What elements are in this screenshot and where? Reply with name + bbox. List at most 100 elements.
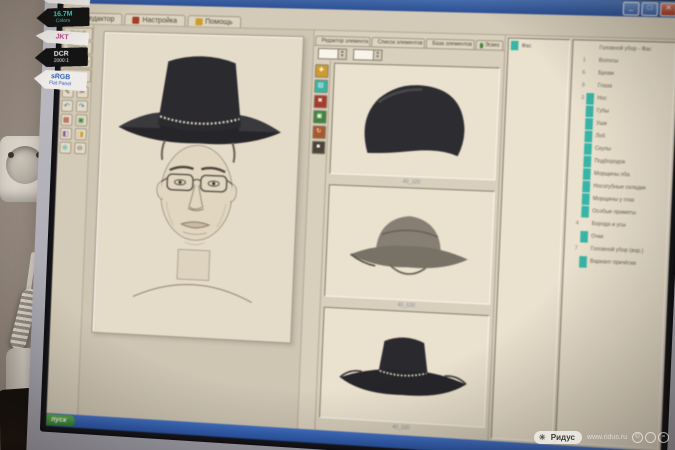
tab-label: База элементов <box>432 41 472 48</box>
selection-bar <box>580 230 588 242</box>
element-tool-icon[interactable]: ▣ <box>312 110 326 124</box>
row-count <box>567 185 582 186</box>
sticker-sub: 2000:1 <box>40 57 83 64</box>
spinner-arrows-icon[interactable]: ▲▼ <box>337 49 346 58</box>
category-label: Морщины лба <box>594 171 630 179</box>
row-count: 6 <box>572 70 587 77</box>
selection-bar <box>581 205 589 217</box>
thumbnail-bucket-hat[interactable] <box>324 185 495 305</box>
sticker-sub: Flat Panel <box>38 79 82 88</box>
screen: _ □ ✕ Редактор Настройка <box>46 0 675 450</box>
tab-sketch[interactable]: Эскиз <box>476 40 504 50</box>
row-count: 4 <box>566 220 581 227</box>
tab-settings[interactable]: Настройка <box>124 13 185 26</box>
row-count <box>565 235 580 236</box>
tool-icon[interactable]: ↶ <box>60 100 72 112</box>
selection-bar <box>579 255 587 267</box>
thumbnail-cowboy-hat[interactable] <box>319 306 490 428</box>
license-icons: © ‍ = <box>632 432 669 443</box>
category-label: Брови <box>598 70 614 77</box>
category-label: Особые приметы <box>592 208 636 216</box>
selection-bar <box>583 168 591 180</box>
selection-bar <box>587 80 595 92</box>
sketch-icon <box>480 43 483 48</box>
selection-bar <box>582 180 590 192</box>
tab-element-base[interactable]: База элементов <box>426 38 475 49</box>
tool-icon[interactable]: ↷ <box>75 100 87 112</box>
bezel-sticker: 16.7M Colors <box>36 7 89 27</box>
element-spinner-2[interactable]: ▲▼ <box>353 48 383 60</box>
category-label: Глаза <box>598 83 613 90</box>
view-list-item[interactable]: Фас <box>508 39 569 54</box>
tool-icon[interactable]: ▦ <box>60 114 72 126</box>
category-panel: Фас Головной убор - Фас <box>488 35 675 450</box>
category-label: Борода и усы <box>592 221 626 229</box>
category-label: Уши <box>596 121 607 128</box>
watermark-url: www.ridus.ru <box>587 434 627 441</box>
start-button[interactable]: пуск <box>46 414 75 427</box>
watermark-brand: Ридус <box>551 433 575 442</box>
category-label: Волосы <box>599 58 619 65</box>
category-label: Лоб <box>595 133 605 140</box>
row-count: 7 <box>564 245 579 252</box>
row-count <box>567 198 582 199</box>
cc-icon: © <box>632 432 643 443</box>
tab-element-editor[interactable]: Редактор элемента <box>315 36 370 47</box>
element-spinner[interactable]: ▲▼ <box>318 47 347 59</box>
row-count <box>568 173 583 174</box>
tool-icon[interactable]: ◨ <box>74 128 86 140</box>
element-browser-panel: Редактор элемента Список элементов База … <box>298 30 506 440</box>
row-count: 9 <box>572 82 587 89</box>
settings-icon <box>132 17 139 24</box>
sticker-label: 2Σ <box>60 0 68 1</box>
tool-icon[interactable]: ▣ <box>75 114 87 126</box>
tab-label: Помощь <box>205 19 233 27</box>
composite-face-canvas[interactable] <box>91 31 304 344</box>
tool-icon[interactable]: ⊖ <box>74 142 86 154</box>
outlet-hole <box>8 152 14 158</box>
bezel-sticker: sRGB Flat Panel <box>33 69 87 91</box>
row-count: 1 <box>573 57 588 64</box>
selection-bar <box>582 193 590 205</box>
selection-swatch <box>511 41 519 51</box>
selection-bar <box>580 243 588 255</box>
tool-icon[interactable]: ⊕ <box>59 141 71 153</box>
selection-bar <box>586 105 594 117</box>
maximize-button[interactable]: □ <box>641 2 658 16</box>
composite-face-panel <box>78 25 315 429</box>
main-area: Новый Открыть Сохранить Печать ✎ ✂ ↶ <box>47 24 675 450</box>
minimize-button[interactable]: _ <box>623 1 640 15</box>
monitor-inner-bezel: _ □ ✕ Редактор Настройка <box>40 0 675 450</box>
category-label: Очки <box>591 233 604 240</box>
category-label: Вариант причёски <box>590 259 636 267</box>
row-count: 3 <box>571 95 586 102</box>
tab-label: Эскиз <box>485 42 500 49</box>
element-tool-icon[interactable]: ✚ <box>314 64 328 78</box>
tab-element-list[interactable]: Список элементов <box>371 37 425 48</box>
category-label: Нос <box>597 95 607 102</box>
element-tool-icon[interactable]: ↻ <box>312 125 326 139</box>
category-label: Скулы <box>595 146 611 153</box>
cc-icon: = <box>658 432 669 443</box>
bucket-hat-image <box>335 190 484 298</box>
row-count <box>566 210 581 211</box>
sticker-label: JKT <box>55 33 69 41</box>
selection-bar <box>583 155 591 167</box>
category-label: Морщины у глаз <box>593 196 635 204</box>
thumbnail-knit-cap[interactable] <box>329 63 500 181</box>
close-button[interactable]: ✕ <box>660 2 675 16</box>
selection-bar <box>588 55 596 67</box>
element-tool-icon[interactable]: ■ <box>311 141 325 155</box>
watermark-badge: ✳ Ридус <box>534 431 582 444</box>
row-count <box>569 148 584 149</box>
tab-label: Список элементов <box>378 39 423 46</box>
tool-icon[interactable]: ◧ <box>59 128 71 140</box>
element-tool-icon[interactable]: ▤ <box>314 79 328 93</box>
bezel-sticker: 2Σ <box>37 0 91 6</box>
tab-help[interactable]: Помощь <box>187 15 241 27</box>
element-thumbnails: 40_320 <box>315 61 503 441</box>
element-body: ✚ ▤ ✖ ▣ ↻ ■ <box>298 60 504 441</box>
spinner-arrows-icon[interactable]: ▲▼ <box>373 50 382 59</box>
view-label: Фас <box>521 43 531 50</box>
element-tool-icon[interactable]: ✖ <box>313 95 327 109</box>
